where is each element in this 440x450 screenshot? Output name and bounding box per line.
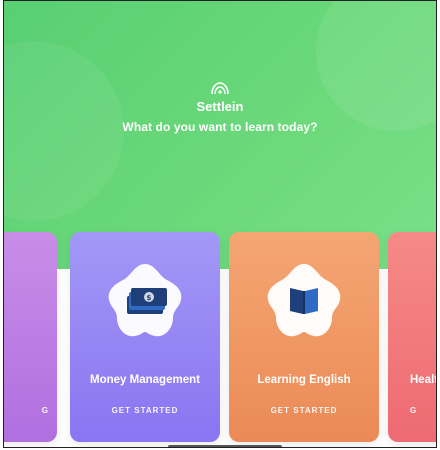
get-started-button[interactable]: GET STARTED: [229, 406, 379, 415]
course-card-title: Learning English: [257, 374, 351, 386]
course-card-money-management[interactable]: $ Money Management GET STARTED: [70, 232, 220, 442]
home-indicator[interactable]: [168, 445, 282, 447]
get-started-button[interactable]: GET STARTED: [70, 406, 220, 415]
course-card-title: Money Management: [90, 374, 200, 386]
hero-banner: Settlein What do you want to learn today…: [4, 1, 436, 269]
course-card-health-partial[interactable]: Healt G: [388, 232, 437, 442]
course-card-learning-english[interactable]: Learning English GET STARTED: [229, 232, 379, 442]
settlein-logo-icon: [4, 81, 436, 97]
course-card-partial-left[interactable]: G: [4, 232, 57, 442]
course-card-title: Healt: [410, 374, 437, 386]
money-stack-icon: $: [103, 260, 187, 344]
page-title: What do you want to learn today?: [122, 120, 318, 134]
brand-name: Settlein: [196, 99, 244, 114]
get-started-button[interactable]: G: [410, 406, 417, 415]
book-icon: [262, 260, 346, 344]
svg-text:$: $: [147, 294, 152, 302]
app-screen: Settlein What do you want to learn today…: [3, 0, 437, 448]
course-carousel[interactable]: G $ Money Management GET STARTED Learnin…: [4, 232, 436, 442]
course-card-cta[interactable]: G: [42, 406, 49, 415]
brand-block: Settlein What do you want to learn today…: [4, 81, 436, 134]
